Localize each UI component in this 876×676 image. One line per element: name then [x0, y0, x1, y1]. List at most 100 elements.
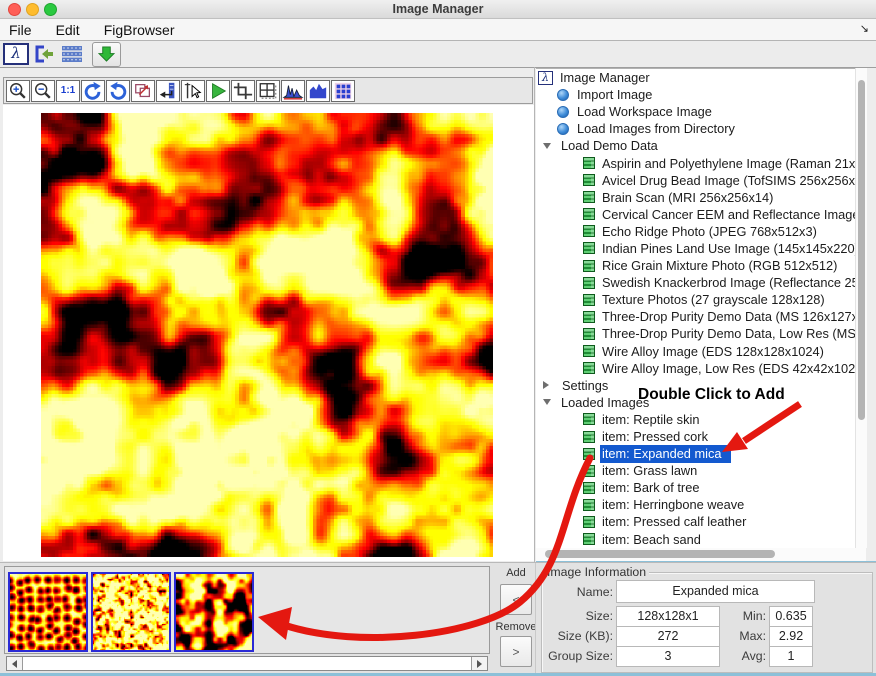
- tree-item-demo[interactable]: Cervical Cancer EEM and Reflectance Imag…: [536, 206, 855, 223]
- tree-item-loaded[interactable]: item: Herringbone weave: [536, 496, 855, 513]
- tree-item-load-workspace[interactable]: Load Workspace Image: [536, 103, 855, 120]
- grid-icon[interactable]: [256, 80, 280, 102]
- size-kb-label: Size (KB):: [545, 629, 613, 643]
- min-label: Min:: [728, 609, 766, 623]
- panel-divider: [534, 67, 535, 562]
- dataset-cube-icon: [583, 345, 595, 357]
- main-image-canvas[interactable]: [41, 113, 493, 557]
- menu-edit[interactable]: Edit: [56, 22, 80, 38]
- pixel-grid-icon[interactable]: [331, 80, 355, 102]
- title-bar: Image Manager: [0, 0, 876, 19]
- play-icon[interactable]: [206, 80, 230, 102]
- remove-label: Remove: [494, 621, 538, 633]
- scrollbar-thumb[interactable]: [858, 80, 865, 420]
- image-information-title: Image Information: [544, 565, 649, 579]
- dataset-cube-icon: [583, 448, 595, 460]
- tree-item-load-directory[interactable]: Load Images from Directory: [536, 120, 855, 137]
- insert-return-icon[interactable]: [156, 80, 180, 102]
- tree-item-import-image[interactable]: Import Image: [536, 86, 855, 103]
- scroll-left-icon[interactable]: [7, 657, 23, 670]
- zoom-out-icon[interactable]: [31, 80, 55, 102]
- window-title: Image Manager: [0, 2, 876, 16]
- tree-item-demo[interactable]: Indian Pines Land Use Image (145x145x220…: [536, 240, 855, 257]
- tree-horizontal-scrollbar[interactable]: [536, 548, 866, 561]
- tree-item-demo[interactable]: Three-Drop Purity Demo Data, Low Res (MS…: [536, 325, 855, 342]
- action-sphere-icon: [557, 123, 569, 135]
- viewer-toolbar: 1:1: [3, 77, 533, 104]
- min-field[interactable]: 0.635: [769, 606, 813, 627]
- bottom-divider: [535, 563, 536, 676]
- tree-item-demo[interactable]: Wire Alloy Image, Low Res (EDS 42x42x102…: [536, 360, 855, 377]
- dataset-cube-icon: [583, 362, 595, 374]
- tree-item-loaded[interactable]: item: Pressed calf leather: [536, 513, 855, 530]
- thumbnail-scrollbar[interactable]: [6, 656, 488, 671]
- image-blob-icon[interactable]: [306, 80, 330, 102]
- scrollbar-thumb[interactable]: [545, 550, 775, 558]
- thumbnail-expanded-mica[interactable]: [174, 572, 254, 652]
- spawn-window-icon[interactable]: [131, 80, 155, 102]
- tree-item-demo[interactable]: Three-Drop Purity Demo Data (MS 126x127x: [536, 308, 855, 325]
- tree-item-loaded[interactable]: item: Beach sand: [536, 531, 855, 548]
- tree-item-demo[interactable]: Texture Photos (27 grayscale 128x128): [536, 291, 855, 308]
- lambda-plot-icon[interactable]: λ: [3, 43, 29, 65]
- tree-root[interactable]: λImage Manager: [536, 69, 855, 86]
- dataset-cube-icon: [583, 311, 595, 323]
- dataset-cube-icon: [583, 413, 595, 425]
- menu-file[interactable]: File: [9, 22, 32, 38]
- remove-button[interactable]: >: [500, 636, 532, 667]
- dataset-cube-icon: [583, 431, 595, 443]
- image-list-icon[interactable]: [60, 45, 84, 63]
- tree-item-loaded[interactable]: item: Reptile skin: [536, 411, 855, 428]
- tree-item-loaded[interactable]: item: Grass lawn: [536, 462, 855, 479]
- add-label: Add: [494, 567, 538, 579]
- one-to-one-icon[interactable]: 1:1: [56, 80, 80, 102]
- size-field[interactable]: 128x128x1: [616, 606, 720, 627]
- tree-item-demo[interactable]: Aspirin and Polyethylene Image (Raman 21…: [536, 154, 855, 171]
- tree-vertical-scrollbar[interactable]: [855, 68, 867, 548]
- name-field[interactable]: Expanded mica: [616, 580, 815, 603]
- dataset-cube-icon: [583, 277, 595, 289]
- dataset-cube-icon: [583, 294, 595, 306]
- axis-select-icon[interactable]: [181, 80, 205, 102]
- tree-item-demo[interactable]: Avicel Drug Bead Image (TofSIMS 256x256x…: [536, 172, 855, 189]
- dataset-cube-icon: [583, 328, 595, 340]
- main-toolbar: λ: [0, 41, 876, 68]
- dataset-cube-icon: [583, 191, 595, 203]
- annotation-text: Double Click to Add: [638, 386, 785, 404]
- tree-item-loaded[interactable]: item: Pressed cork: [536, 428, 855, 445]
- dataset-cube-icon: [583, 516, 595, 528]
- scroll-right-icon[interactable]: [471, 657, 487, 670]
- tree-item-demo[interactable]: Swedish Knackerbrod Image (Reflectance 2…: [536, 274, 855, 291]
- histogram-icon[interactable]: [281, 80, 305, 102]
- group-size-field[interactable]: 3: [616, 646, 720, 667]
- tree-item-demo[interactable]: Rice Grain Mixture Photo (RGB 512x512): [536, 257, 855, 274]
- tree-item-demo[interactable]: Echo Ridge Photo (JPEG 768x512x3): [536, 223, 855, 240]
- tree-item-loaded-selected[interactable]: item: Expanded mica: [536, 445, 855, 462]
- dataset-cube-icon: [583, 208, 595, 220]
- tree-item-demo[interactable]: Wire Alloy Image (EDS 128x128x1024): [536, 343, 855, 360]
- tree-group-load-demo-data[interactable]: Load Demo Data: [536, 137, 855, 154]
- avg-field[interactable]: 1: [769, 646, 813, 667]
- name-label: Name:: [545, 585, 613, 599]
- max-field[interactable]: 2.92: [769, 626, 813, 647]
- import-image-icon[interactable]: [92, 42, 121, 67]
- tree-item-demo[interactable]: Brain Scan (MRI 256x256x14): [536, 189, 855, 206]
- expanded-arrow-icon[interactable]: [543, 143, 551, 149]
- zoom-in-icon[interactable]: [6, 80, 30, 102]
- dataset-cube-icon: [583, 499, 595, 511]
- expanded-arrow-icon[interactable]: [543, 399, 551, 405]
- add-button[interactable]: <: [500, 584, 532, 615]
- action-sphere-icon: [557, 106, 569, 118]
- menu-figbrowser[interactable]: FigBrowser: [104, 22, 175, 38]
- workspace-import-icon[interactable]: [33, 45, 57, 63]
- rotate-cw-icon[interactable]: [81, 80, 105, 102]
- thumbnail-pressed-cork[interactable]: [91, 572, 171, 652]
- thumbnail-reptile-skin[interactable]: [8, 572, 88, 652]
- rotate-ccw-icon[interactable]: [106, 80, 130, 102]
- tree-item-loaded[interactable]: item: Bark of tree: [536, 479, 855, 496]
- detach-corner-icon[interactable]: ↘: [860, 22, 869, 35]
- size-kb-field[interactable]: 272: [616, 626, 720, 647]
- dataset-cube-icon: [583, 174, 595, 186]
- collapsed-arrow-icon[interactable]: [543, 381, 549, 389]
- crop-icon[interactable]: [231, 80, 255, 102]
